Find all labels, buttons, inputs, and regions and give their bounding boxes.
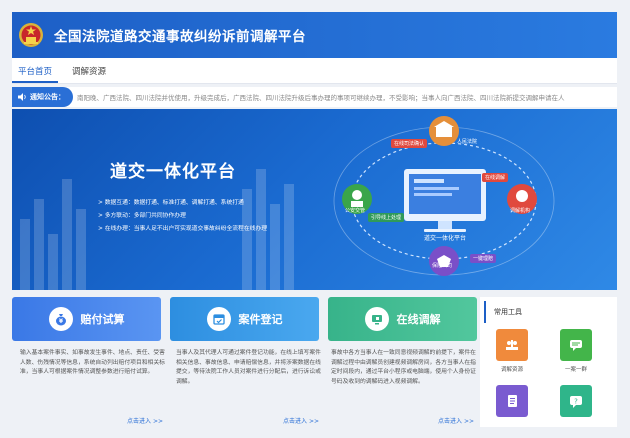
site-title: 全国法院道路交通事故纠纷诉前调解平台	[54, 29, 306, 45]
card-case-register[interactable]: 案件登记	[170, 297, 319, 341]
label-court: 人民法院	[457, 139, 478, 145]
banner-title: 道交一体化平台	[110, 162, 236, 182]
speaker-icon	[18, 93, 26, 101]
notice-tag: 通知公告：	[12, 87, 73, 107]
tool-label: 调解资源	[500, 367, 523, 373]
tool-case-group[interactable]	[560, 329, 592, 361]
card-title: 赔付试算	[80, 313, 125, 326]
money-bag-icon: ¥	[48, 307, 73, 331]
card-description: 输入基本案件事实、如事故发生事件、地点、责任、受害人数、伤残情况等信息，系统自动…	[20, 350, 165, 375]
chat-icon	[570, 340, 582, 351]
banner-bullet: 多方联动：多部门共同协作办理	[98, 210, 267, 223]
video-monitor-icon	[364, 307, 389, 331]
people-icon	[506, 340, 518, 350]
label-mediation: 调解机构	[510, 208, 531, 214]
label-claim: 一键理赔	[470, 254, 497, 263]
card-desc-box: 事故中各方当事人在一致同意视频调解的前提下，案件在调解过程中由调解员创建视频调解…	[331, 349, 480, 427]
document-icon	[508, 395, 517, 407]
hero-banner: 道交一体化平台 数据互通：数据打通、标准打通、调解打通、系统打通 多方联动：多部…	[12, 109, 617, 290]
label-online-confirm: 在线司法确认	[391, 139, 428, 148]
tab-home[interactable]: 平台首页	[12, 65, 59, 83]
calendar-icon	[206, 307, 231, 331]
card-desc-box: 输入基本案件事实、如事故发生事件、地点、责任、受害人数、伤残情况等信息，系统自动…	[20, 349, 169, 427]
label-police: 公安交管	[345, 208, 366, 214]
banner-bullet: 数据互通：数据打通、标准打通、调解打通、系统打通	[98, 197, 267, 210]
enter-link[interactable]: 点击进入 >>	[127, 416, 163, 425]
label-insurance: 保险公司	[432, 263, 453, 269]
main-nav: 平台首页 调解资源	[12, 58, 617, 84]
court-emblem-icon	[19, 23, 43, 47]
card-title: 案件登记	[238, 313, 283, 326]
tools-title: 常用工具	[484, 301, 617, 323]
question-chat-icon: ?	[570, 396, 582, 408]
banner-bullets: 数据互通：数据打通、标准打通、调解打通、系统打通 多方联动：多部门共同协作办理 …	[98, 197, 267, 236]
label-center: 道交一体化平台	[424, 235, 467, 242]
label-guide: 引导线上处理	[368, 213, 405, 222]
banner-bullet: 在线办理：当事人足不出户可实现道交事故纠纷全流程在线办理	[98, 223, 267, 236]
label-online-mediate: 在线调解	[482, 173, 509, 182]
card-desc-box: 当事人及其代理人可通过案件登记功能，在线上填写案件相关信息、事故信息、申请赔偿信…	[176, 349, 325, 427]
enter-link[interactable]: 点击进入 >>	[438, 416, 474, 425]
notice-bar: 通知公告： 南阳晚、广西法院、四川法院并优使用，升级完成后，广西法院、四川法院升…	[12, 87, 617, 107]
tool-mediation-resources[interactable]	[496, 329, 528, 361]
card-online-mediation[interactable]: 在线调解	[328, 297, 477, 341]
notice-tag-label: 通知公告：	[30, 93, 65, 101]
card-title: 在线调解	[396, 313, 441, 326]
tab-mediation-resources[interactable]: 调解资源	[66, 65, 112, 83]
common-tools-panel: 常用工具 调解资源 一案一群 ?	[480, 297, 617, 427]
svg-text:?: ?	[574, 398, 578, 406]
enter-link[interactable]: 点击进入 >>	[283, 416, 319, 425]
tool-consult[interactable]: ?	[560, 385, 592, 417]
tool-document[interactable]	[496, 385, 528, 417]
card-description: 当事人及其代理人可通过案件登记功能，在线上填写案件相关信息、事故信息、申请赔偿信…	[176, 350, 321, 385]
card-description: 事故中各方当事人在一致同意视频调解的前提下，案件在调解过程中由调解员创建视频调解…	[331, 350, 476, 385]
card-compensation-calc[interactable]: ¥ 赔付试算	[12, 297, 161, 341]
notice-text[interactable]: 南阳晚、广西法院、四川法院并优使用，升级完成后，广西法院、四川法院升级后事办理的…	[77, 92, 565, 102]
tool-label: 一案一群	[564, 367, 587, 373]
site-header: 全国法院道路交通事故纠纷诉前调解平台	[12, 12, 617, 58]
